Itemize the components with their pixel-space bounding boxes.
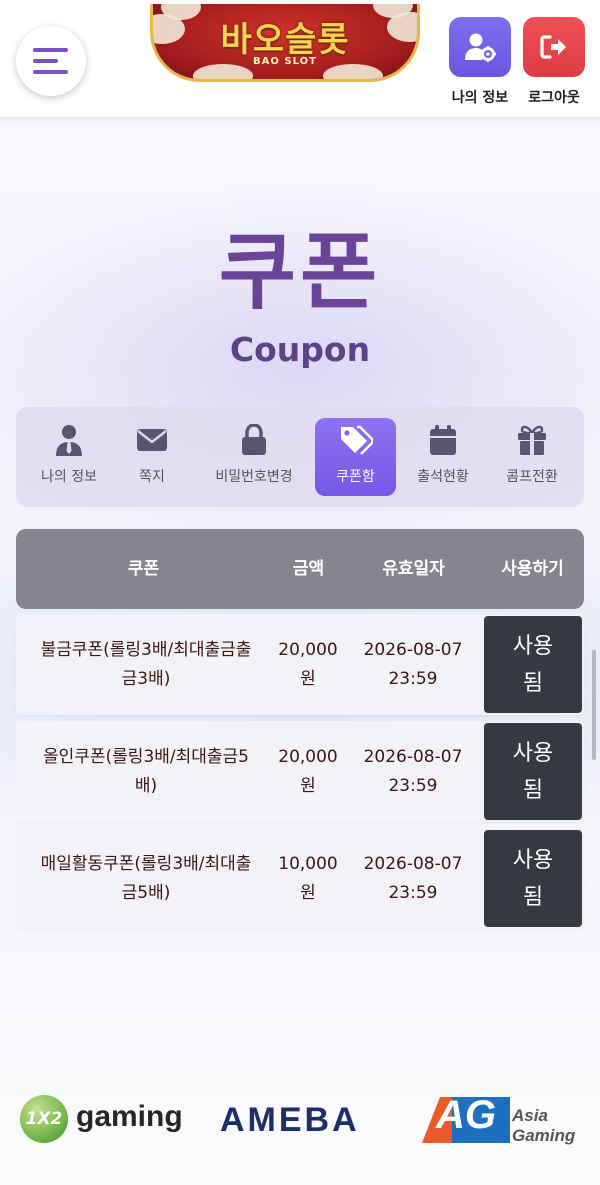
top-header: 바오슬롯 BAO SLOT 나의 정보 로그아웃	[0, 0, 600, 118]
table-row: 올인쿠폰(롤링3배/최대출금5 배) 20,000 원 2026-08-07 23:5…	[16, 721, 584, 822]
tab-label: 출석현황	[417, 469, 469, 485]
sign-out-icon	[540, 35, 566, 59]
mypage-tab-bar: 나의 정보 쪽지 비밀번호변경 쿠폰함 출석현황 콤프전환	[16, 407, 584, 507]
my-info-button[interactable]	[449, 17, 511, 77]
coupon-table-header: 쿠폰 금액 유효일자 사용하기	[16, 529, 584, 609]
user-tie-icon	[56, 425, 82, 456]
use-coupon-button[interactable]: 사용 됨	[484, 830, 582, 927]
coupon-name: 매일활동쿠폰(롤링3배/최대출 금5배)	[40, 853, 252, 903]
menu-line-icon	[33, 48, 68, 52]
provider-asia-gaming-text: Asia Gaming	[512, 1106, 576, 1145]
coupon-name: 올인쿠폰(롤링3배/최대출금5 배)	[42, 746, 250, 796]
hamburger-menu-button[interactable]	[16, 26, 86, 96]
column-header-amount: 금액	[292, 559, 325, 579]
coupon-expiry: 2026-08-07 23:59	[363, 853, 463, 903]
gift-icon	[518, 425, 546, 455]
tab-comp-exchange[interactable]: 콤프전환	[488, 418, 576, 496]
column-header-expiry: 유효일자	[382, 559, 445, 579]
site-logo[interactable]: 바오슬롯 BAO SLOT	[150, 4, 420, 82]
lock-icon	[242, 424, 266, 455]
tab-label: 비밀번호변경	[215, 469, 293, 485]
menu-line-icon	[33, 70, 68, 74]
tab-my-info[interactable]: 나의 정보	[30, 418, 108, 496]
tab-label: 나의 정보	[41, 469, 97, 485]
tab-label: 쿠폰함	[336, 469, 375, 485]
tab-attendance[interactable]: 출석현황	[402, 418, 484, 496]
use-coupon-button[interactable]: 사용 됨	[484, 616, 582, 713]
coupon-amount: 10,000 원	[278, 853, 338, 903]
tab-coupon-box[interactable]: 쿠폰함	[315, 418, 396, 496]
ag-mark-text: AG	[436, 1093, 496, 1137]
table-row: 매일활동쿠폰(롤링3배/최대출 금5배) 10,000 원 2026-08-07 23…	[16, 828, 584, 929]
provider-logo-asia-gaming: AG	[422, 1093, 512, 1145]
calendar-icon	[430, 425, 456, 455]
page-subtitle: Coupon	[229, 330, 371, 369]
provider-logos: 1X2 gaming AMEBA AG Asia Gaming	[0, 1075, 600, 1165]
coupon-expiry: 2026-08-07 23:59	[363, 639, 463, 689]
use-coupon-button[interactable]: 사용 됨	[484, 723, 582, 820]
tags-icon	[340, 425, 373, 455]
page-title: 쿠폰	[218, 223, 382, 321]
coupon-amount: 20,000 원	[278, 639, 338, 689]
coupon-amount: 20,000 원	[278, 746, 338, 796]
tab-messages[interactable]: 쪽지	[114, 418, 190, 496]
logout-button[interactable]	[523, 17, 585, 77]
coupon-name: 불금쿠폰(롤링3배/최대출금출 금3배)	[40, 639, 252, 689]
tab-label: 콤프전환	[506, 469, 558, 485]
column-header-coupon: 쿠폰	[127, 559, 160, 579]
envelope-icon	[137, 429, 167, 451]
logo-title: 바오슬롯	[220, 20, 350, 60]
provider-1x2-text: gaming	[76, 1100, 183, 1133]
column-header-use: 사용하기	[501, 559, 564, 579]
my-info-label[interactable]: 나의 정보	[440, 87, 520, 107]
tab-change-password[interactable]: 비밀번호변경	[202, 418, 306, 496]
provider-logo-1x2gaming: 1X2 gaming	[20, 1092, 190, 1144]
user-cog-icon	[465, 33, 496, 62]
table-row: 불금쿠폰(롤링3배/최대출금출 금3배) 20,000 원 2026-08-07 23…	[16, 614, 584, 715]
provider-1x2-ball: 1X2	[20, 1095, 68, 1143]
logout-label[interactable]: 로그아웃	[514, 87, 594, 107]
menu-line-icon	[33, 59, 58, 63]
coupon-expiry: 2026-08-07 23:59	[363, 746, 463, 796]
table-scrollbar[interactable]	[592, 650, 596, 760]
logo-subtitle: BAO SLOT	[253, 56, 317, 67]
provider-logo-ameba: AMEBA	[220, 1101, 360, 1139]
tab-label: 쪽지	[139, 469, 165, 485]
